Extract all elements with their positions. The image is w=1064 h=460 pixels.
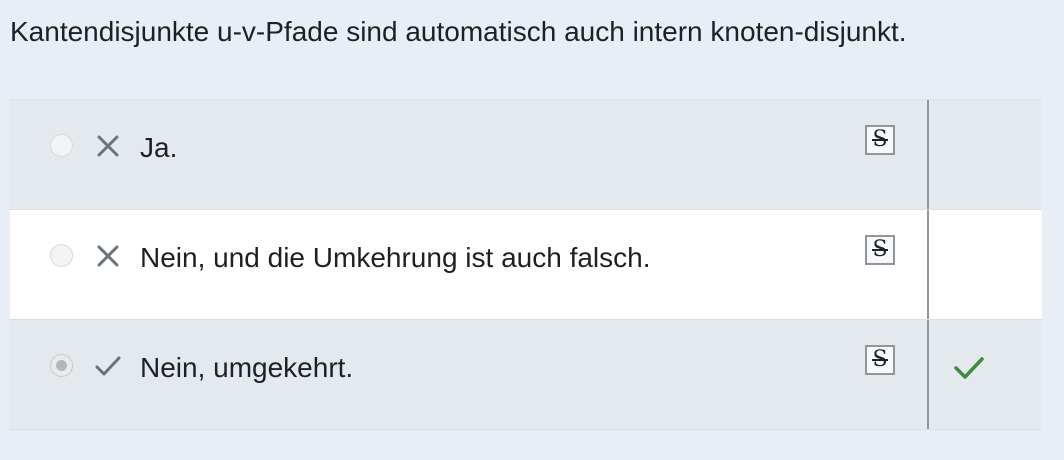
question-text: Kantendisjunkte u-v-Pfade sind automatis…: [10, 16, 907, 47]
strikethrough-toggle-button[interactable]: S: [865, 345, 895, 375]
answer-feedback-cell: [929, 320, 1042, 429]
answer-feedback-cell: [929, 100, 1042, 209]
answer-list: Ja. S Nein, und die Umkehrung ist auch f…: [10, 99, 1042, 430]
answer-radio-1[interactable]: [50, 134, 73, 157]
answer-label-2: Nein, und die Umkehrung ist auch falsch.: [140, 242, 651, 273]
answer-row-3: Nein, umgekehrt. S: [10, 320, 1042, 430]
correct-check-icon: [954, 357, 984, 379]
answer-feedback-cell: [929, 210, 1042, 319]
answer-label-3: Nein, umgekehrt.: [140, 352, 354, 383]
answer-radio-3[interactable]: [50, 354, 73, 377]
strikethrough-toggle-button[interactable]: S: [865, 235, 895, 265]
x-icon: [97, 245, 119, 267]
answer-option-cell: Nein, umgekehrt. S: [10, 320, 929, 429]
answer-radio-2[interactable]: [50, 244, 73, 267]
answer-row-1: Ja. S: [10, 100, 1042, 210]
x-icon: [97, 135, 119, 157]
answer-label-1: Ja.: [140, 132, 178, 163]
strikethrough-toggle-button[interactable]: S: [865, 125, 895, 155]
answer-row-2: Nein, und die Umkehrung ist auch falsch.…: [10, 210, 1042, 320]
answer-option-cell: Ja. S: [10, 100, 929, 209]
check-icon: [95, 356, 121, 376]
answer-option-cell: Nein, und die Umkehrung ist auch falsch.…: [10, 210, 929, 319]
